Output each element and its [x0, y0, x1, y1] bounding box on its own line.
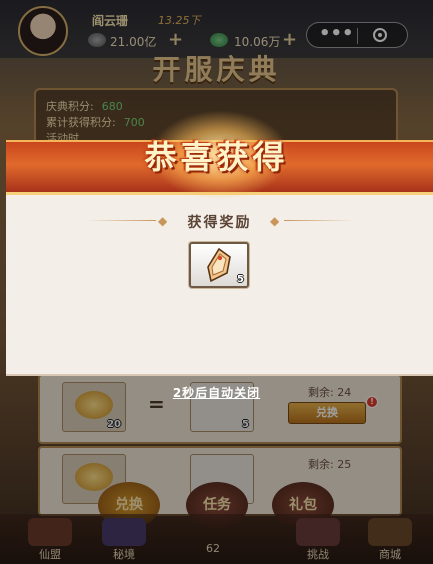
header-divider-right — [284, 220, 354, 221]
reward-item-count: 5 — [237, 274, 244, 285]
popup-title: 恭喜获得 — [144, 138, 289, 176]
header-ornament-right: ◆ — [270, 214, 280, 228]
congrats-banner: 恭喜获得 — [0, 110, 433, 200]
reward-item-slot[interactable]: 5 — [189, 242, 249, 288]
reward-popup: ◆ 获得奖励 ◆ 5 — [6, 178, 433, 376]
auto-close-hint[interactable]: 2秒后自动关闭 — [0, 384, 433, 401]
scroll-token-icon — [207, 247, 231, 283]
reward-header: 获得奖励 — [187, 215, 252, 231]
